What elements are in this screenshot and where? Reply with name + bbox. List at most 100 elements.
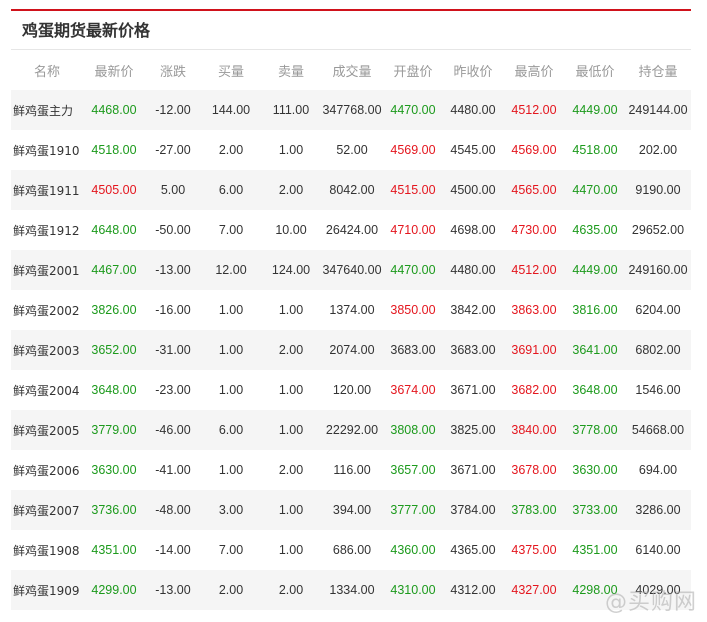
table-body: 鲜鸡蛋主力 4468.00 -12.00 144.00 111.00 347768.00 4… [11,90,691,610]
cell-high: 4512.00 [503,250,565,290]
cell-change: -41.00 [155,463,191,477]
cell-change: -13.00 [145,250,201,290]
table-row: 鲜鸡蛋2007 3736.00 -48.00 3.00 1.00 394.00 3777.0… [11,490,691,530]
cell-open: 4710.00 [390,223,436,237]
table-row: 鲜鸡蛋1912 4648.00 -50.00 7.00 10.00 26424.00 471… [11,210,691,250]
cell-name: 鲜鸡蛋2002 [13,303,80,318]
cell-low: 3641.00 [565,330,625,370]
cell-change: -46.00 [145,410,201,450]
column-header-low: 最低价 [575,64,615,80]
cell-last: 4467.00 [83,250,145,290]
cell-high: 3682.00 [511,383,557,397]
cell-bid: 1.00 [218,383,244,397]
cell-oi: 29652.00 [631,223,685,237]
cell-ask: 2.00 [261,170,321,210]
cell-open: 4360.00 [390,543,436,557]
cell-prev: 3784.00 [443,490,503,530]
cell-ask: 1.00 [261,490,321,530]
cell-oi: 6802.00 [625,330,691,370]
cell-high: 3691.00 [503,330,565,370]
column-header-ask: 卖量 [277,64,304,80]
cell-volume: 1334.00 [321,570,383,610]
cell-bid: 1.00 [218,303,244,317]
cell-oi: 249160.00 [625,250,691,290]
cell-oi: 249144.00 [625,90,691,130]
cell-oi: 694.00 [638,463,678,477]
cell-last: 4505.00 [83,170,145,210]
column-header-volume: 成交量 [332,64,372,80]
column-header-change: 涨跌 [159,64,186,80]
cell-prev: 3683.00 [443,330,503,370]
cell-last: 3736.00 [83,490,145,530]
table-row: 鲜鸡蛋2004 3648.00 -23.00 1.00 1.00 120.00 3674.0… [11,370,691,410]
cell-low: 3630.00 [572,463,618,477]
cell-name: 鲜鸡蛋2006 [13,463,80,478]
cell-high: 4565.00 [503,170,565,210]
table-row: 鲜鸡蛋2002 3826.00 -16.00 1.00 1.00 1374.00 3850.… [11,290,691,330]
cell-prev: 3671.00 [450,383,496,397]
cell-volume: 347640.00 [321,250,383,290]
table-row: 鲜鸡蛋2005 3779.00 -46.00 6.00 1.00 22292.00 3808… [11,410,691,450]
cell-prev: 4312.00 [443,570,503,610]
cell-low: 3778.00 [565,410,625,450]
cell-ask: 2.00 [261,570,321,610]
table-row: 鲜鸡蛋1909 4299.00 -13.00 2.00 2.00 1334.00 4310.… [11,570,691,610]
cell-ask: 1.00 [278,383,304,397]
cell-low: 3733.00 [565,490,625,530]
cell-oi: 1546.00 [635,383,681,397]
cell-name: 鲜鸡蛋2007 [11,490,83,530]
cell-change: -31.00 [145,330,201,370]
cell-open: 3808.00 [383,410,443,450]
cell-prev: 4365.00 [450,543,496,557]
quote-panel: 鸡蛋期货最新价格 名称 最新价 涨跌 买量 卖量 成交量 开盘价 昨收价 最高价 最低价 持仓量 鲜… [11,9,691,610]
cell-change: -23.00 [155,383,191,397]
column-header-last: 最新价 [94,64,134,80]
cell-change: -16.00 [155,303,191,317]
cell-open: 3674.00 [390,383,436,397]
cell-bid: 1.00 [218,463,244,477]
cell-volume: 686.00 [332,543,372,557]
cell-prev: 3671.00 [450,463,496,477]
cell-low: 4470.00 [565,170,625,210]
cell-change: -14.00 [155,543,191,557]
cell-name: 鲜鸡蛋1908 [13,543,80,558]
table-row: 鲜鸡蛋2003 3652.00 -31.00 1.00 2.00 2074.00 3683.… [11,330,691,370]
cell-name: 鲜鸡蛋1909 [11,570,83,610]
cell-open: 3850.00 [390,303,436,317]
cell-bid: 7.00 [218,223,244,237]
cell-ask: 111.00 [261,90,321,130]
cell-name: 鲜鸡蛋2005 [11,410,83,450]
cell-change: -50.00 [155,223,191,237]
cell-volume: 22292.00 [321,410,383,450]
cell-open: 4470.00 [383,250,443,290]
cell-volume: 1374.00 [329,303,375,317]
cell-bid: 1.00 [201,330,261,370]
cell-ask: 10.00 [275,223,307,237]
cell-bid: 6.00 [201,170,261,210]
cell-prev: 3825.00 [443,410,503,450]
cell-high: 4730.00 [511,223,557,237]
cell-change: -13.00 [145,570,201,610]
cell-oi: 54668.00 [625,410,691,450]
table-row: 鲜鸡蛋2006 3630.00 -41.00 1.00 2.00 116.00 3657.0… [11,450,691,490]
cell-name: 鲜鸡蛋2003 [11,330,83,370]
table-row: 鲜鸡蛋1910 4518.00 -27.00 2.00 1.00 52.00 4569.00… [11,130,691,170]
cell-bid: 2.00 [218,143,244,157]
cell-ask: 1.00 [278,303,304,317]
cell-volume: 394.00 [321,490,383,530]
cell-ask: 1.00 [261,410,321,450]
column-header-oi: 持仓量 [638,64,678,80]
cell-last: 4351.00 [91,543,137,557]
cell-name: 鲜鸡蛋2004 [13,383,80,398]
cell-open: 3657.00 [390,463,436,477]
cell-name: 鲜鸡蛋1911 [11,170,83,210]
cell-ask: 2.00 [261,330,321,370]
cell-bid: 144.00 [201,90,261,130]
cell-bid: 2.00 [201,570,261,610]
cell-last: 4468.00 [83,90,145,130]
cell-low: 4449.00 [565,90,625,130]
cell-prev: 4545.00 [450,143,496,157]
cell-ask: 1.00 [278,543,304,557]
cell-volume: 26424.00 [325,223,379,237]
cell-volume: 120.00 [332,383,372,397]
